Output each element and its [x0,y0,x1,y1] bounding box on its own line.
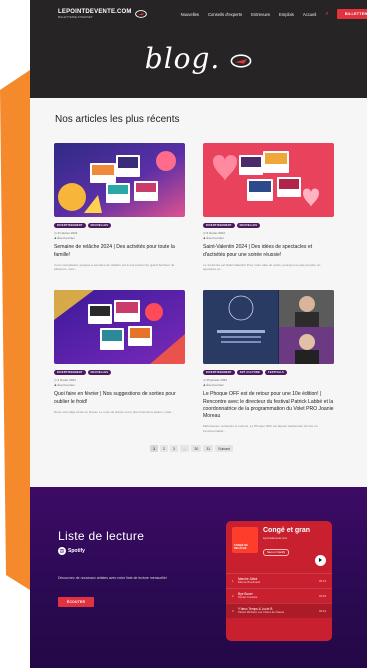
page-title-text: blog. [144,42,221,75]
tag[interactable]: DIVERTISSEMENT [203,369,235,376]
site-header: LEPOINTDEVENTE.COM BILLETTERIE INTERNET … [30,0,367,98]
ecouter-button[interactable]: ÉCOUTER [58,597,95,607]
track-artist: Étienne Boudreault [238,581,261,585]
article-excerpt: Nous voici déjà rendu en février. Le moi… [54,409,174,414]
article-thumbnail[interactable] [203,143,334,217]
article-meta: ◷ 21 février 2024 ♟ Ève Fournier [54,231,185,240]
article-title[interactable]: Quoi faire en février | Nos suggestions … [54,391,185,405]
page: LEPOINTDEVENTE.COM BILLETTERIE INTERNET … [30,0,367,668]
article-card[interactable]: DIVERTISSEMENT ART CULTURE FESTIVALS ◷ 2… [203,289,334,433]
thumbnail-relache [54,143,185,217]
top-bar: LEPOINTDEVENTE.COM BILLETTERIE INTERNET … [30,0,367,28]
article-title[interactable]: Le Phoque OFF est de retour pour une 10e… [203,391,334,420]
spotify-icon [58,547,66,555]
articles-grid: DIVERTISSEMENT NOUVELLES ◷ 21 février 20… [54,143,343,433]
billetterie-button[interactable]: BILLETTERIE [336,9,367,19]
article-author: ♟ Ève Fournier [54,382,75,387]
site-logo[interactable]: LEPOINTDEVENTE.COM BILLETTERIE INTERNET [58,9,147,19]
page-link-31[interactable]: 31 [203,445,214,453]
tag[interactable]: NOUVELLES [236,223,261,229]
page-title: blog. [30,42,367,75]
spotify-embed[interactable]: CONGÉ DE RELÂCHE Congé et gran lepointde… [226,521,332,641]
track-artist: Patrice Michaud, Les Chiens de Chasse [238,611,285,615]
article-meta: ◷ 25 janvier 2024 ♟ Ève Fournier [203,378,334,387]
article-card[interactable]: DIVERTISSEMENT NOUVELLES ◷ 2 février 202… [54,289,185,433]
cover-text: CONGÉ DE RELÂCHE [234,544,248,550]
article-excerpt: Le 14 février est Saint-Valentin! Pour n… [203,262,321,272]
article-tags: DIVERTISSEMENT NOUVELLES [54,369,185,376]
nav-item-entrevues[interactable]: Entrevues [251,12,270,17]
track-row[interactable]: 3 Y'deux Temps & Lucie B. Patrice Michau… [226,603,332,618]
pagination: 1 2 3 … 30 31 Suivant [40,445,343,453]
article-author: ♟ Ève Fournier [203,235,224,240]
tag[interactable]: ART CULTURE [236,369,264,376]
tag[interactable]: DIVERTISSEMENT [54,223,86,229]
playlist-section: Liste de lecture Spotify Découvrez de no… [30,487,367,668]
track-duration: 03:53 [319,594,326,598]
embed-playlist-name[interactable]: Congé et gran [263,527,310,535]
article-thumbnail[interactable] [203,289,334,364]
article-title[interactable]: Semaine de relâche 2024 | Des activités … [54,244,185,258]
save-on-spotify-button[interactable]: Save on Spotify [263,549,290,556]
page-link-2[interactable]: 2 [160,445,168,453]
tag[interactable]: FESTIVALS [265,369,287,376]
article-author: ♟ Ève Fournier [203,382,224,387]
playlist-title: Liste de lecture [58,529,145,543]
article-meta: ◷ 2 février 2024 ♟ Ève Fournier [54,378,185,387]
page-ellipsis: … [179,445,190,453]
spotify-label: Spotify [68,548,85,554]
track-duration: 03:13 [319,579,326,583]
tag[interactable]: DIVERTISSEMENT [203,223,235,229]
logo-arrow-icon [134,10,147,18]
article-excerpt: Mélomanes, curieuses et curieux, Le Phoq… [203,424,318,433]
next-page-link[interactable]: Suivant [215,445,233,453]
article-thumbnail[interactable] [54,143,185,217]
tag[interactable]: NOUVELLES [87,369,112,376]
article-tags: DIVERTISSEMENT NOUVELLES [54,223,185,229]
nav-item-emplois[interactable]: Emplois [279,12,294,17]
article-excerpt: Il est connaissant, puisque a semaine de… [54,262,175,272]
playlist-description: Découvrez de nouveaux artistes avec notr… [58,576,167,580]
page-link-3[interactable]: 3 [169,445,178,453]
embed-owner[interactable]: lepointdevente.com [263,536,310,540]
blog-arrow-icon [230,53,252,68]
nav-item-conseils[interactable]: Conseils d'experts [208,12,242,17]
track-row[interactable]: 2 Bye Boxer Sylvain Cossette 03:53 [226,588,332,603]
tag[interactable]: NOUVELLES [87,223,112,229]
track-row[interactable]: 1 Marche Jâbot Étienne Boudreault 03:13 [226,573,332,588]
article-author: ♟ Ève Fournier [54,235,75,240]
main-nav: Nouvelles Conseils d'experts Entrevues E… [181,12,317,17]
track-list: 1 Marche Jâbot Étienne Boudreault 03:13 … [226,573,332,618]
orange-side-decoration [0,70,30,590]
section-title: Nos articles les plus récents [55,114,180,125]
article-card[interactable]: DIVERTISSEMENT NOUVELLES ◷ 21 février 20… [54,143,185,272]
article-tags: DIVERTISSEMENT NOUVELLES [203,223,334,229]
article-card[interactable]: DIVERTISSEMENT NOUVELLES ◷ 9 février 202… [203,143,334,272]
nav-item-accueil[interactable]: Accueil [303,12,317,17]
article-meta: ◷ 9 février 2024 ♟ Ève Fournier [203,231,334,240]
nav-item-nouvelles[interactable]: Nouvelles [181,12,199,17]
article-title[interactable]: Saint-Valentin 2024 | Des idées de spect… [203,244,334,258]
track-artist: Sylvain Cossette [238,596,258,600]
tag[interactable]: DIVERTISSEMENT [54,369,86,376]
page-link-30[interactable]: 30 [191,445,202,453]
search-icon[interactable]: ⌕ [325,10,328,18]
page-link-1[interactable]: 1 [150,445,159,453]
spotify-logo: Spotify [58,547,85,555]
thumbnail-phoque-off [203,289,334,364]
thumbnail-saint-valentin [203,143,334,217]
play-icon[interactable] [315,555,326,566]
article-thumbnail[interactable] [54,289,185,364]
track-duration: 04:21 [319,609,326,613]
logo-tagline: BILLETTERIE INTERNET [58,15,93,19]
articles-section: Nos articles les plus récents DIVERTISSE… [30,98,367,453]
playlist-cover: CONGÉ DE RELÂCHE [232,527,258,553]
article-tags: DIVERTISSEMENT ART CULTURE FESTIVALS [203,369,334,376]
thumbnail-fevrier [54,289,185,364]
